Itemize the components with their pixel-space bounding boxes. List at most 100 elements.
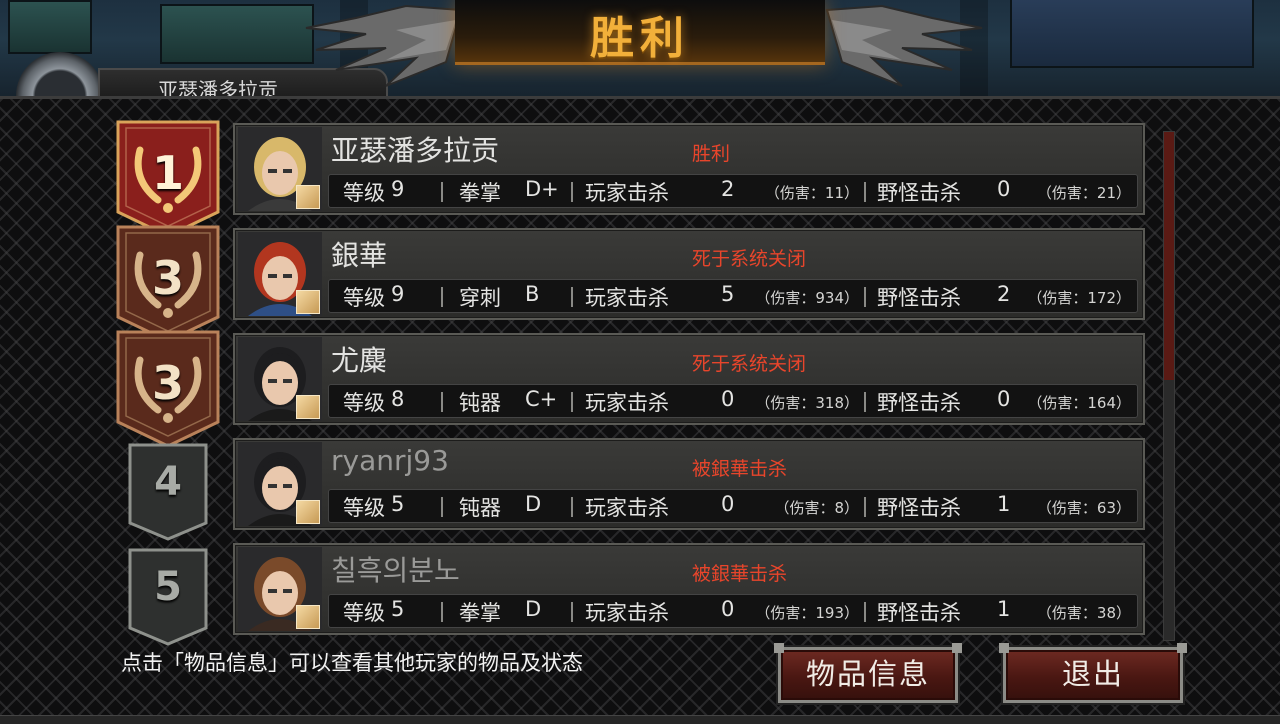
level-label: 等级	[343, 391, 385, 415]
monster-kill-label: 野怪击杀	[877, 496, 961, 520]
class-tag-icon	[296, 605, 320, 629]
exit-button[interactable]: 退出	[999, 643, 1187, 703]
divider	[441, 392, 443, 412]
class-tag-icon	[296, 185, 320, 209]
player-kill-label: 玩家击杀	[585, 601, 669, 625]
player-damage: （伤害：193）	[755, 604, 859, 622]
divider	[441, 287, 443, 307]
rank-number: 3	[151, 356, 184, 410]
monster-damage: （伤害：63）	[1036, 499, 1131, 517]
class-tag-icon	[296, 290, 320, 314]
player-portrait	[238, 127, 322, 211]
scrollbar[interactable]	[1163, 131, 1175, 641]
player-result-row[interactable]: ryanrj93 被銀華击杀 等级 5 钝器 D 玩家击杀 0 （伤害：8） 野…	[233, 438, 1145, 530]
divider	[864, 602, 866, 622]
monster-kill-count: 2	[997, 282, 1011, 306]
player-result-row[interactable]: 칠흑의분노 被銀華击杀 等级 5 拳掌 D 玩家击杀 0 （伤害：193） 野怪…	[233, 543, 1145, 635]
player-name: 銀華	[331, 239, 388, 272]
level-value: 9	[391, 282, 405, 306]
divider	[571, 392, 573, 412]
player-damage: （伤害：8）	[774, 499, 859, 517]
player-portrait	[238, 337, 322, 421]
divider	[864, 392, 866, 412]
player-kill-count: 0	[721, 597, 735, 621]
rank-number: 5	[154, 564, 182, 610]
player-result-row[interactable]: 亚瑟潘多拉贡 胜利 等级 9 拳掌 D+ 玩家击杀 2 （伤害：11） 野怪击杀…	[233, 123, 1145, 215]
player-kill-count: 0	[721, 387, 735, 411]
result-status: 被銀華击杀	[692, 563, 788, 585]
player-kill-count: 0	[721, 492, 735, 516]
rank-number: 1	[151, 146, 184, 200]
player-name: 亚瑟潘多拉贡	[331, 134, 500, 167]
level-value: 5	[391, 597, 405, 621]
divider	[864, 287, 866, 307]
weapon-grade: D	[525, 492, 542, 516]
class-tag-icon	[296, 500, 320, 524]
player-damage: （伤害：11）	[764, 184, 859, 202]
player-kill-label: 玩家击杀	[585, 391, 669, 415]
level-label: 等级	[343, 286, 385, 310]
monster-damage: （伤害：172）	[1027, 289, 1131, 307]
monster-damage: （伤害：164）	[1027, 394, 1131, 412]
player-name: 尤麋	[331, 344, 388, 377]
weapon-type: 穿刺	[459, 286, 501, 310]
victory-title: 胜利	[590, 13, 690, 64]
rank-badge: 4	[112, 435, 224, 553]
divider	[571, 287, 573, 307]
divider	[441, 602, 443, 622]
player-kill-label: 玩家击杀	[585, 181, 669, 205]
monster-kill-label: 野怪击杀	[877, 286, 961, 310]
weapon-type: 拳掌	[459, 181, 501, 205]
monster-kill-count: 1	[997, 492, 1011, 516]
weapon-type: 钝器	[459, 391, 501, 415]
level-value: 8	[391, 387, 405, 411]
monster-kill-count: 0	[997, 177, 1011, 201]
title-banner: 胜利	[455, 0, 825, 65]
monster-kill-label: 野怪击杀	[877, 181, 961, 205]
monster-kill-count: 0	[997, 387, 1011, 411]
player-name: ryanrj93	[331, 444, 449, 477]
level-value: 9	[391, 177, 405, 201]
divider	[864, 497, 866, 517]
monster-kill-label: 野怪击杀	[877, 601, 961, 625]
items-info-button[interactable]: 物品信息	[774, 643, 962, 703]
player-portrait	[238, 547, 322, 631]
weapon-type: 钝器	[459, 496, 501, 520]
left-wing-emblem	[305, 4, 463, 87]
class-tag-icon	[296, 395, 320, 419]
result-status: 死于系统关闭	[692, 248, 807, 270]
weapon-grade: D	[525, 597, 542, 621]
result-status: 被銀華击杀	[692, 458, 788, 480]
monster-damage: （伤害：38）	[1036, 604, 1131, 622]
level-label: 等级	[343, 181, 385, 205]
level-label: 等级	[343, 496, 385, 520]
monster-kill-count: 1	[997, 597, 1011, 621]
player-kill-label: 玩家击杀	[585, 286, 669, 310]
rank-badge: 3	[112, 330, 224, 448]
divider	[441, 497, 443, 517]
monster-kill-label: 野怪击杀	[877, 391, 961, 415]
player-damage: （伤害：934）	[755, 289, 859, 307]
stats-bar: 等级 5 拳掌 D 玩家击杀 0 （伤害：193） 野怪击杀 1 （伤害：38）	[328, 594, 1138, 628]
player-portrait	[238, 232, 322, 316]
stats-bar: 等级 8 钝器 C+ 玩家击杀 0 （伤害：318） 野怪击杀 0 （伤害：16…	[328, 384, 1138, 418]
player-portrait	[238, 442, 322, 526]
divider	[571, 497, 573, 517]
player-result-row[interactable]: 銀華 死于系统关闭 等级 9 穿刺 B 玩家击杀 5 （伤害：934） 野怪击杀…	[233, 228, 1145, 320]
player-damage: （伤害：318）	[755, 394, 859, 412]
stats-bar: 等级 9 穿刺 B 玩家击杀 5 （伤害：934） 野怪击杀 2 （伤害：172…	[328, 279, 1138, 313]
rank-number: 4	[154, 459, 182, 505]
right-wing-emblem	[825, 4, 983, 87]
rank-number: 3	[151, 251, 184, 305]
player-kill-count: 2	[721, 177, 735, 201]
divider	[441, 182, 443, 202]
player-result-row[interactable]: 尤麋 死于系统关闭 等级 8 钝器 C+ 玩家击杀 0 （伤害：318） 野怪击…	[233, 333, 1145, 425]
player-name: 칠흑의분노	[331, 554, 460, 587]
scrollbar-thumb[interactable]	[1164, 132, 1174, 380]
weapon-type: 拳掌	[459, 601, 501, 625]
rank-badge: 1	[112, 120, 224, 238]
results-panel: 1 3 3 4 5 亚瑟潘多拉贡 胜利 等级 9 拳掌 D+ 玩家击杀 2 （伤…	[0, 96, 1280, 724]
footer-hint: 点击「物品信息」可以查看其他玩家的物品及状态	[121, 651, 583, 675]
weapon-grade: D+	[525, 177, 559, 201]
stats-bar: 等级 5 钝器 D 玩家击杀 0 （伤害：8） 野怪击杀 1 （伤害：63）	[328, 489, 1138, 523]
